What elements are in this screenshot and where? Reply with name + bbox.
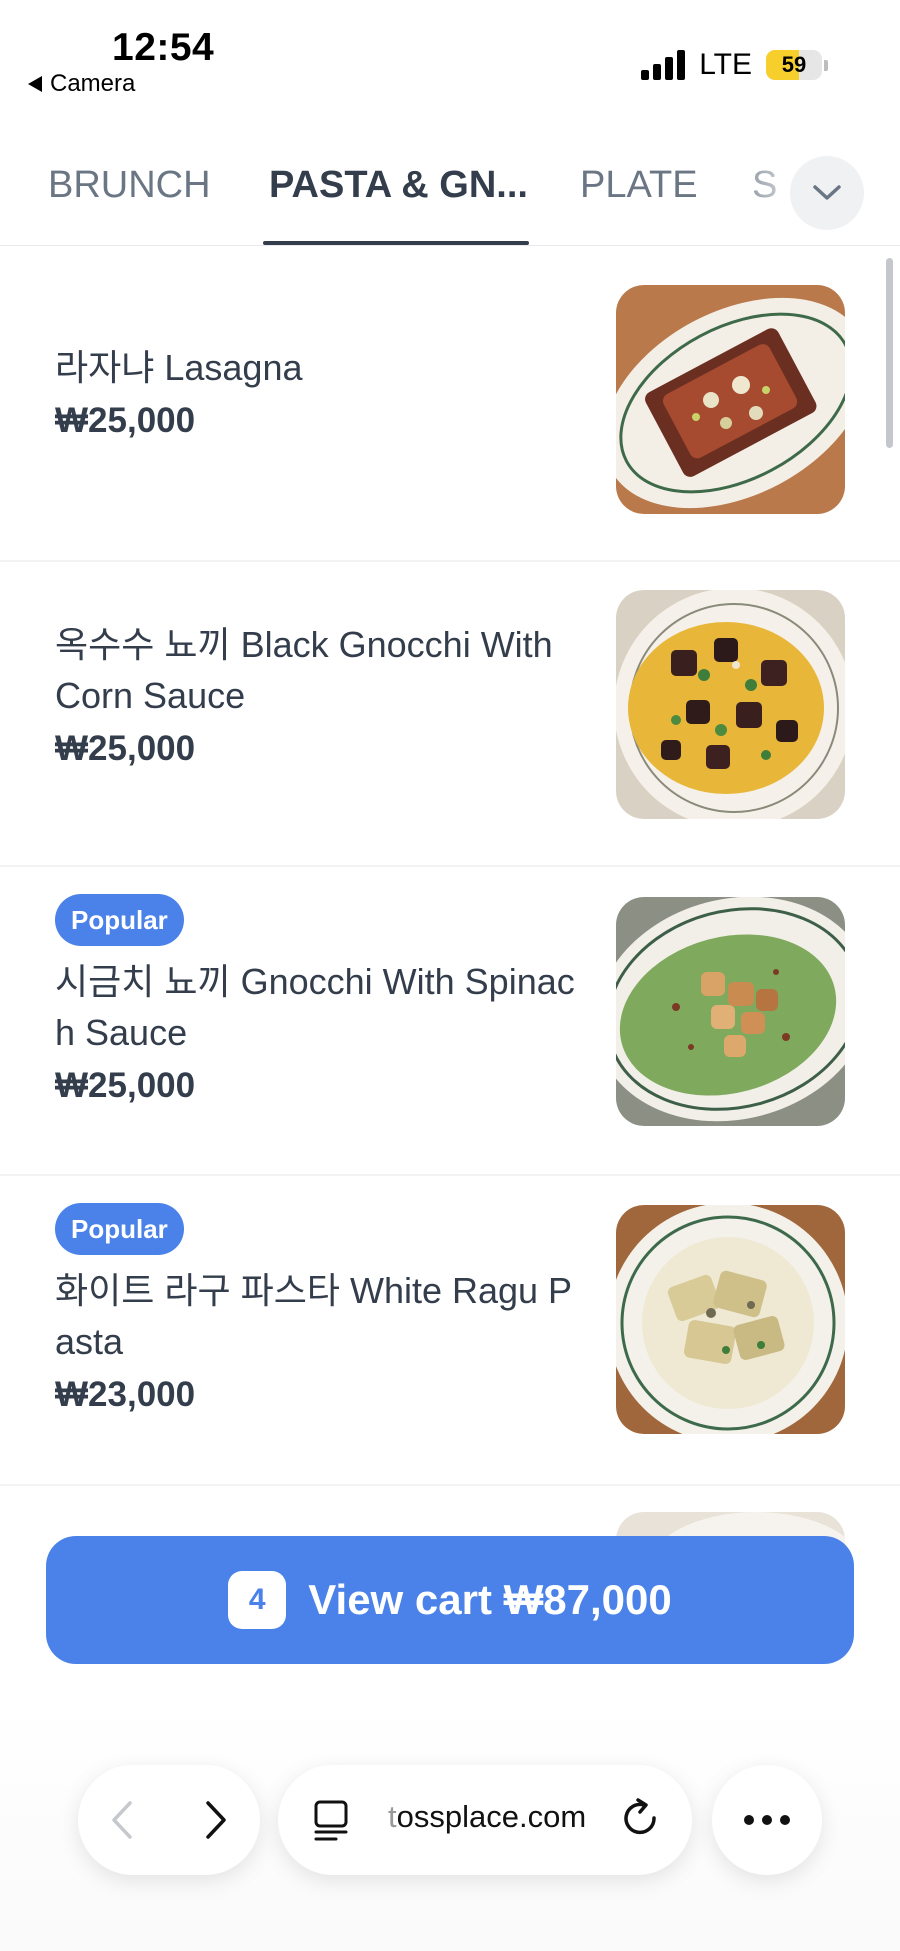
tab-brunch[interactable]: BRUNCH: [48, 164, 211, 207]
item-name: 라자냐 Lasagna: [55, 347, 303, 388]
tab-plate[interactable]: PLATE: [580, 164, 698, 207]
browser-more-button[interactable]: [712, 1765, 822, 1875]
browser-forward-button[interactable]: [186, 1790, 246, 1850]
tabs-expand-button[interactable]: [790, 156, 864, 230]
chevron-left-icon: [112, 1801, 132, 1839]
item-price: ₩25,000: [55, 1066, 196, 1105]
battery-icon: 59: [766, 50, 828, 80]
spinach-gnocchi-dish-photo: [616, 897, 845, 1126]
item-price: ₩25,000: [55, 401, 196, 440]
browser-nav-group: [78, 1765, 260, 1875]
popular-badge: Popular: [55, 894, 184, 946]
item-name: 시금치 뇨끼 Gnocchi With Spinach Sauce: [55, 961, 575, 1053]
reload-icon[interactable]: [622, 1798, 662, 1842]
popular-badge: Popular: [55, 1203, 184, 1255]
browser-toolbar: tossplace.com: [0, 1700, 900, 1951]
signal-bars-icon: [641, 50, 686, 80]
chevron-right-icon: [206, 1801, 226, 1839]
status-time: 12:54: [112, 26, 215, 69]
address-bar[interactable]: tossplace.com: [278, 1765, 692, 1875]
white-ragu-pasta-dish-photo: [616, 1205, 845, 1434]
url-text: tossplace.com: [388, 1799, 586, 1835]
menu-item[interactable]: 라자냐 Lasagna ₩25,000: [0, 246, 900, 562]
chevron-down-icon: [813, 185, 841, 200]
item-price: ₩25,000: [55, 729, 196, 768]
item-name: 옥수수 뇨끼 Black Gnocchi With Corn Sauce: [55, 624, 553, 716]
item-text: 옥수수 뇨끼 Black Gnocchi With Corn Sauce ₩25…: [55, 619, 585, 769]
cart-count-badge: 4: [228, 1571, 287, 1629]
menu-item[interactable]: Popular 화이트 라구 파스타 White Ragu Pasta ₩23,…: [0, 1176, 900, 1486]
view-cart-label: View cart ₩87,000: [308, 1576, 672, 1623]
back-app-label: Camera: [50, 70, 136, 97]
item-price: ₩23,000: [55, 1375, 196, 1414]
view-cart-button[interactable]: 4 View cart ₩87,000: [46, 1536, 854, 1664]
status-indicators: LTE 59: [641, 48, 828, 82]
back-triangle-icon: [28, 76, 42, 92]
back-to-app-link[interactable]: Camera: [28, 70, 135, 98]
page-menu-icon[interactable]: [312, 1800, 350, 1842]
tab-pasta-gnocchi[interactable]: PASTA & GN...: [269, 164, 528, 207]
item-text: Popular 시금치 뇨끼 Gnocchi With Spinach Sauc…: [55, 894, 585, 1106]
category-tabs: BRUNCH PASTA & GN... PLATE S: [0, 140, 900, 246]
url-domain: ossplace.com: [396, 1799, 587, 1834]
active-tab-indicator: [263, 241, 529, 245]
lasagna-dish-photo: [616, 285, 845, 514]
battery-level: 59: [781, 52, 807, 77]
network-type: LTE: [699, 48, 752, 81]
more-dots-icon: [744, 1815, 790, 1825]
url-prefix: t: [388, 1799, 397, 1834]
item-name: 화이트 라구 파스타 White Ragu Pasta: [55, 1270, 573, 1362]
menu-item[interactable]: Popular 시금치 뇨끼 Gnocchi With Spinach Sauc…: [0, 867, 900, 1176]
item-text: 라자냐 Lasagna ₩25,000: [55, 342, 585, 441]
item-text: Popular 화이트 라구 파스타 White Ragu Pasta ₩23,…: [55, 1203, 585, 1415]
menu-item[interactable]: 옥수수 뇨끼 Black Gnocchi With Corn Sauce ₩25…: [0, 562, 900, 867]
black-gnocchi-dish-photo: [616, 590, 845, 819]
scrollbar[interactable]: [886, 258, 893, 448]
browser-back-button[interactable]: [92, 1790, 152, 1850]
